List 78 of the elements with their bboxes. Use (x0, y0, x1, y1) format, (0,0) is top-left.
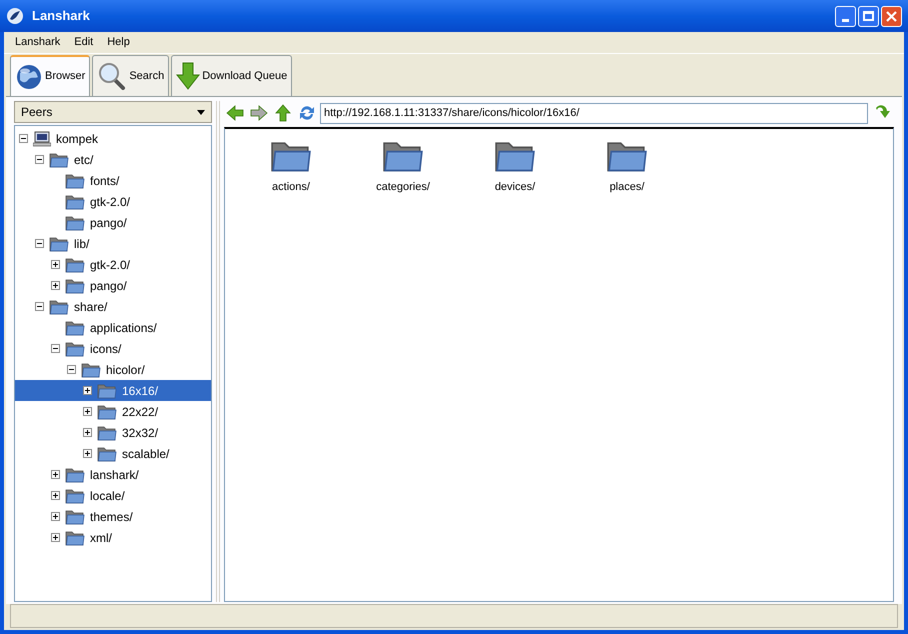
tree-row[interactable]: share/ (15, 296, 211, 317)
tree-row[interactable]: gtk-2.0/ (15, 254, 211, 275)
folder-icon (65, 172, 85, 188)
globe-icon (15, 62, 43, 90)
tab[interactable]: Browser (10, 55, 90, 96)
expand-toggle[interactable] (83, 386, 92, 395)
expand-toggle[interactable] (51, 512, 60, 521)
expand-toggle[interactable] (83, 449, 92, 458)
tree-row[interactable]: lanshark/ (15, 464, 211, 485)
expand-toggle[interactable] (51, 260, 60, 269)
maximize-button[interactable] (858, 6, 879, 26)
app-icon (6, 7, 24, 25)
collapse-toggle[interactable] (51, 344, 60, 353)
folder-icon (65, 508, 85, 524)
folder-icon (97, 382, 117, 398)
folder-item[interactable]: categories/ (353, 139, 453, 196)
folder-icon (97, 424, 117, 440)
expand-toggle[interactable] (51, 491, 60, 500)
close-icon (886, 10, 897, 22)
folder-icon (65, 466, 85, 482)
folder-icon (97, 446, 117, 462)
menu-item[interactable]: Edit (67, 34, 100, 51)
search-icon (97, 62, 128, 90)
tree-row[interactable]: 32x32/ (15, 422, 211, 443)
folder-icon (49, 152, 69, 168)
expand-toggle[interactable] (83, 428, 92, 437)
dropdown-arrow-icon (197, 110, 205, 114)
peers-dropdown[interactable]: Peers (14, 101, 212, 123)
folder-icon (65, 488, 85, 504)
tree-row[interactable]: icons/ (15, 338, 211, 359)
collapse-toggle[interactable] (35, 302, 44, 311)
collapse-toggle[interactable] (19, 134, 28, 143)
collapse-toggle[interactable] (35, 155, 44, 164)
expand-toggle[interactable] (51, 281, 60, 290)
menu-item[interactable]: Help (100, 34, 137, 51)
folder-icon (65, 256, 85, 272)
tree-row[interactable]: fonts/ (15, 170, 211, 191)
tree-row[interactable]: lib/ (15, 233, 211, 254)
expand-toggle[interactable] (51, 470, 60, 479)
menu-item[interactable]: Lanshark (8, 34, 68, 51)
folder-item[interactable]: places/ (577, 139, 677, 196)
tree-row[interactable]: themes/ (15, 506, 211, 527)
tree-row[interactable]: kompek (15, 128, 211, 149)
computer-icon (33, 130, 51, 146)
tree-row[interactable]: gtk-2.0/ (15, 191, 211, 212)
down-arrow-icon (176, 62, 200, 90)
folder-icon (65, 214, 85, 230)
minimize-button[interactable] (835, 6, 856, 26)
address-field[interactable]: http://192.168.1.11:31337/share/icons/hicolor/16x16/ (320, 102, 868, 124)
folder-icon (65, 340, 85, 356)
folder-icon (65, 194, 85, 210)
folder-icon (81, 362, 101, 378)
folder-item[interactable]: devices/ (465, 139, 565, 196)
tree-row[interactable]: hicolor/ (15, 359, 211, 380)
tree-row[interactable]: etc/ (15, 149, 211, 170)
tree-row[interactable]: locale/ (15, 485, 211, 506)
tab[interactable]: Download Queue (171, 55, 292, 96)
folder-icon (65, 530, 85, 546)
folder-icon (65, 278, 85, 294)
tree-row[interactable]: scalable/ (15, 443, 211, 464)
close-button[interactable] (881, 6, 902, 26)
folder-icon (49, 298, 69, 314)
tree-row[interactable]: pango/ (15, 212, 211, 233)
expand-toggle[interactable] (51, 533, 60, 542)
folder-icon (97, 404, 117, 420)
expand-toggle[interactable] (83, 407, 92, 416)
collapse-toggle[interactable] (67, 365, 76, 374)
tree-row[interactable]: 22x22/ (15, 401, 211, 422)
tree-row[interactable]: pango/ (15, 275, 211, 296)
tree-row[interactable]: xml/ (15, 527, 211, 548)
folder-item[interactable]: actions/ (241, 139, 341, 196)
collapse-toggle[interactable] (35, 239, 44, 248)
folder-icon (49, 236, 69, 252)
folder-icon (65, 320, 85, 336)
tree-row[interactable]: applications/ (15, 317, 211, 338)
window-title: Lanshark (32, 7, 91, 26)
tab[interactable]: Search (92, 55, 170, 96)
tree-row[interactable]: 16x16/ (15, 380, 211, 401)
